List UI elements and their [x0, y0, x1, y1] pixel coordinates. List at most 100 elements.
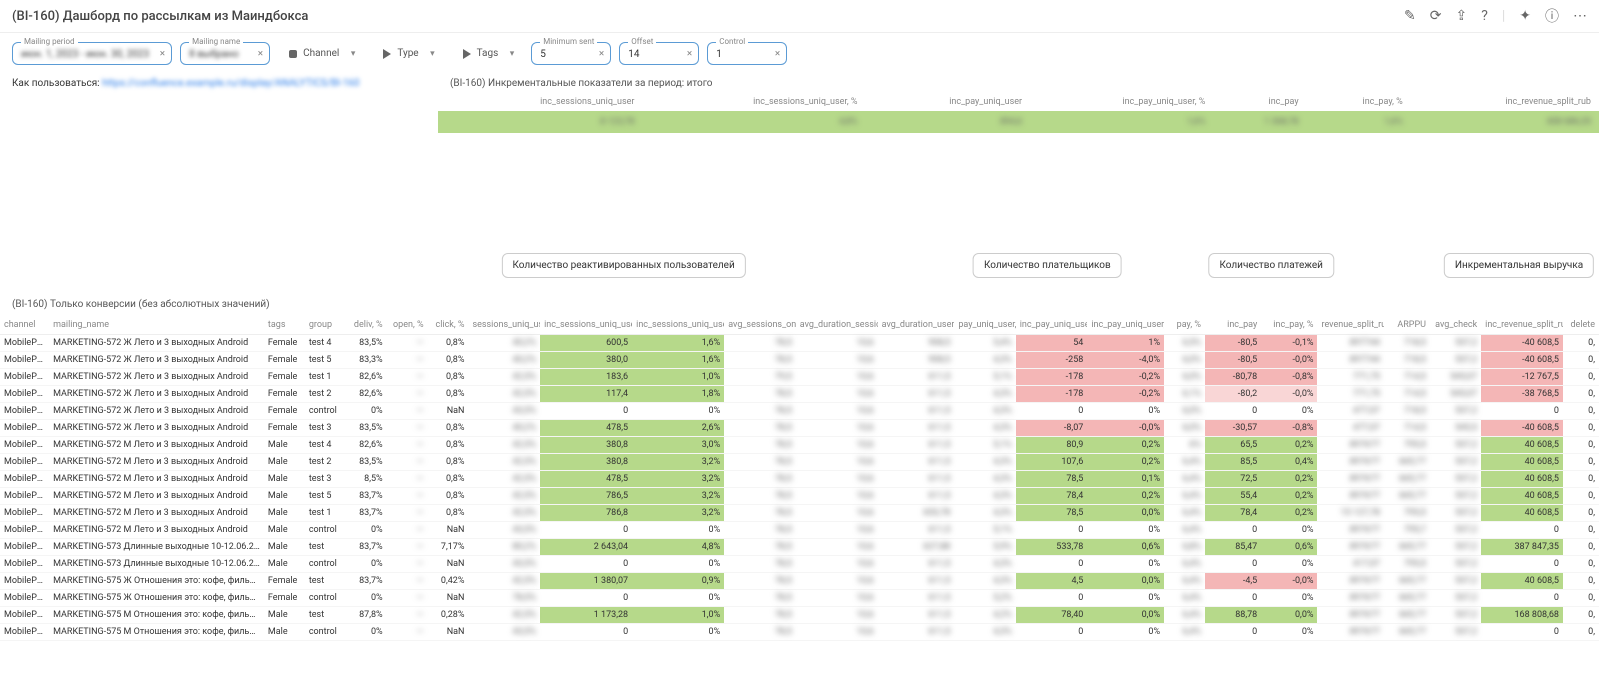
- table-cell: 7,17%: [428, 539, 469, 556]
- howto-link[interactable]: https://confluence.example.ru/display/AN…: [102, 78, 359, 89]
- table-cell: MobilePush: [0, 505, 49, 522]
- clear-icon[interactable]: ×: [599, 48, 604, 59]
- bookmark-icon[interactable]: ✦: [1519, 8, 1531, 24]
- table-cell: -30,57: [1205, 420, 1261, 437]
- table-cell: 0,: [1563, 488, 1599, 505]
- annot-revenue: Инкрементальная выручка: [1444, 253, 1594, 278]
- table-cell: 85,47: [1205, 539, 1261, 556]
- table-cell: 897677: [1317, 437, 1383, 454]
- clear-icon[interactable]: ×: [160, 48, 165, 59]
- info-icon[interactable]: ⓘ: [1545, 6, 1559, 26]
- table-cell: —: [387, 335, 428, 352]
- table-cell: 1,6%: [632, 335, 724, 352]
- table-cell: 78,5: [724, 488, 796, 505]
- summary-panel-title: (BI-160) Инкрементальные показатели за п…: [438, 74, 1599, 93]
- table-row[interactable]: MobilePushMARKETING-573 Длинные выходные…: [0, 539, 1599, 556]
- table-cell: 4,3%: [954, 352, 1015, 369]
- detail-col: inc_pay: [1205, 316, 1261, 335]
- table-row[interactable]: MobilePushMARKETING-572 Ж Лето и 3 выход…: [0, 369, 1599, 386]
- clear-icon[interactable]: ×: [687, 48, 692, 59]
- separator: |: [1502, 8, 1505, 24]
- table-cell: 786,5: [540, 488, 632, 505]
- table-cell: 771,75: [1317, 369, 1383, 386]
- more-icon[interactable]: ⋯: [1573, 8, 1587, 24]
- table-cell: -178: [1016, 369, 1088, 386]
- table-row[interactable]: MobilePushMARKETING-572 М Лето и 3 выход…: [0, 437, 1599, 454]
- table-row[interactable]: MobilePushMARKETING-572 Ж Лето и 3 выход…: [0, 420, 1599, 437]
- table-cell: 78,5: [724, 556, 796, 573]
- table-cell: 611,5: [878, 573, 955, 590]
- table-cell: 537,2: [1430, 437, 1481, 454]
- refresh-icon[interactable]: ⟳: [1430, 8, 1442, 24]
- filter-offset[interactable]: Offset 14 ×: [619, 42, 699, 65]
- filter-tags[interactable]: Tags ▾: [452, 41, 524, 66]
- filter-mailing-name[interactable]: Mailing name 8 выбрано ×: [180, 42, 270, 65]
- table-cell: 0,8%: [428, 437, 469, 454]
- table-cell: -80,5: [1205, 335, 1261, 352]
- table-cell: -40 608,5: [1481, 335, 1563, 352]
- table-cell: 42,5%: [468, 471, 540, 488]
- table-cell: 6,0%: [1164, 403, 1205, 420]
- clear-icon[interactable]: ×: [775, 48, 780, 59]
- table-cell: 665,77: [1384, 471, 1430, 488]
- table-row[interactable]: MobilePushMARKETING-572 Ж Лето и 3 выход…: [0, 352, 1599, 369]
- table-cell: 6,0%: [1164, 420, 1205, 437]
- table-row[interactable]: MobilePushMARKETING-575 М Отношения это:…: [0, 607, 1599, 624]
- table-cell: 0,8%: [428, 420, 469, 437]
- table-cell: —: [387, 471, 428, 488]
- table-cell: 80,9: [1016, 437, 1088, 454]
- edit-icon[interactable]: ✎: [1404, 8, 1416, 24]
- table-cell: —: [387, 590, 428, 607]
- filter-channel[interactable]: Channel ▾: [278, 41, 364, 66]
- table-row[interactable]: MobilePushMARKETING-572 Ж Лето и 3 выход…: [0, 386, 1599, 403]
- table-cell: 718,5: [1384, 352, 1430, 369]
- table-cell: 0: [1016, 590, 1088, 607]
- table-row[interactable]: MobilePushMARKETING-572 М Лето и 3 выход…: [0, 522, 1599, 539]
- share-icon[interactable]: ⇪: [1455, 8, 1467, 24]
- table-row[interactable]: MobilePushMARKETING-572 М Лето и 3 выход…: [0, 454, 1599, 471]
- table-row[interactable]: MobilePushMARKETING-572 Ж Лето и 3 выход…: [0, 403, 1599, 420]
- table-row[interactable]: MobilePushMARKETING-573 Длинные выходные…: [0, 556, 1599, 573]
- filter-type[interactable]: Type ▾: [372, 41, 443, 66]
- table-cell: 0,: [1563, 471, 1599, 488]
- table-cell: Male: [264, 454, 305, 471]
- table-cell: 78,5: [724, 335, 796, 352]
- table-cell: 0,: [1563, 454, 1599, 471]
- table-cell: 40 608,5: [1481, 471, 1563, 488]
- table-row[interactable]: MobilePushMARKETING-572 М Лето и 3 выход…: [0, 505, 1599, 522]
- table-cell: 3,2%: [632, 454, 724, 471]
- table-row[interactable]: MobilePushMARKETING-572 М Лето и 3 выход…: [0, 471, 1599, 488]
- filter-minimum-sent[interactable]: Minimum sent 5 ×: [531, 42, 611, 65]
- table-cell: 533,78: [1016, 539, 1088, 556]
- help-icon[interactable]: ?: [1481, 8, 1488, 24]
- table-cell: 0,: [1563, 403, 1599, 420]
- table-cell: 611,5: [878, 607, 955, 624]
- table-cell: 6,4%: [1164, 607, 1205, 624]
- table-cell: 897677: [1317, 488, 1383, 505]
- table-cell: 10,6: [796, 624, 878, 641]
- table-cell: 0,: [1563, 505, 1599, 522]
- table-cell: MARKETING-572 М Лето и 3 выходных Androi…: [49, 454, 264, 471]
- table-cell: 10,6: [796, 590, 878, 607]
- filter-control[interactable]: Control 1 ×: [707, 42, 787, 65]
- detail-col: inc_pay_uniq_user: [1016, 316, 1088, 335]
- table-cell: test 2: [305, 454, 346, 471]
- table-cell: 4,2%: [954, 607, 1015, 624]
- clear-icon[interactable]: ×: [258, 48, 263, 59]
- table-row[interactable]: MobilePushMARKETING-572 Ж Лето и 3 выход…: [0, 335, 1599, 352]
- table-row[interactable]: MobilePushMARKETING-575 Ж Отношения это:…: [0, 573, 1599, 590]
- table-cell: 0: [1016, 403, 1088, 420]
- detail-col: pay, %: [1164, 316, 1205, 335]
- table-cell: 78,5: [724, 590, 796, 607]
- filter-mailing-period[interactable]: Mailing period июн. 1, 2023 - июн. 30, 2…: [12, 42, 172, 65]
- table-cell: 0: [1205, 403, 1261, 420]
- summary-col: inc_pay: [1213, 93, 1306, 111]
- table-cell: 0%: [346, 590, 387, 607]
- table-cell: 0,0%: [1087, 573, 1164, 590]
- table-cell: 611,5: [878, 556, 955, 573]
- table-row[interactable]: MobilePushMARKETING-572 М Лето и 3 выход…: [0, 488, 1599, 505]
- table-cell: MARKETING-572 Ж Лето и 3 выходных Androi…: [49, 352, 264, 369]
- table-row[interactable]: MobilePushMARKETING-575 Ж Отношения это:…: [0, 590, 1599, 607]
- table-row[interactable]: MobilePushMARKETING-575 М Отношения это:…: [0, 624, 1599, 641]
- table-cell: 477,07: [1317, 420, 1383, 437]
